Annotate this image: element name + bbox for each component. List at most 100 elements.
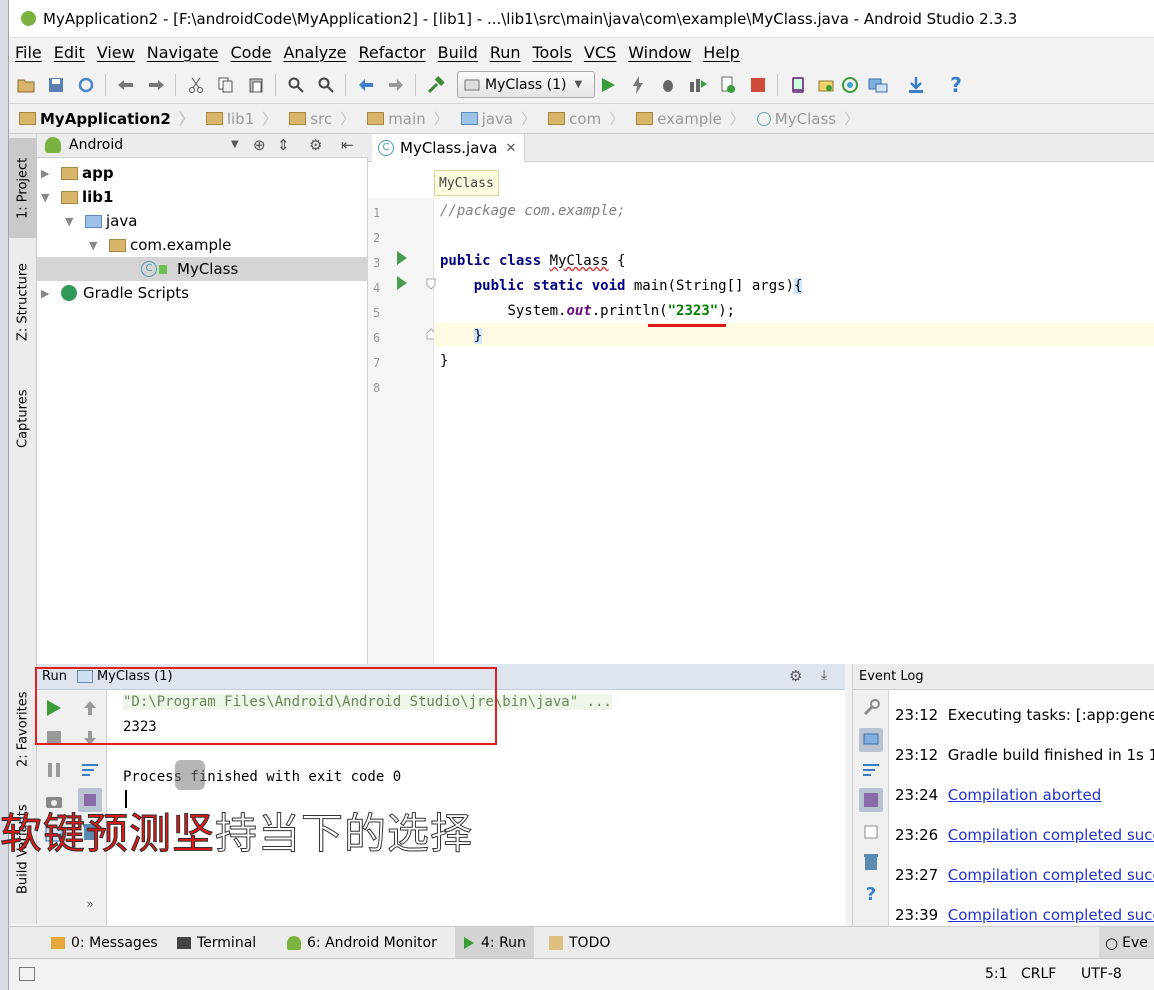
run-icon[interactable] <box>597 74 619 96</box>
tab-android-monitor[interactable]: 6: Android Monitor <box>281 927 443 959</box>
crumb-example[interactable]: example 〉 <box>636 108 745 129</box>
tree-item-app[interactable]: ▶ app <box>37 161 368 185</box>
menu-code[interactable]: Code <box>231 43 272 62</box>
fold-icon[interactable] <box>426 278 436 290</box>
project-structure-icon[interactable] <box>867 74 889 96</box>
tree-item-myclass[interactable]: C MyClass <box>37 257 368 281</box>
menu-help[interactable]: Help <box>703 43 739 62</box>
apply-changes-icon[interactable] <box>627 74 649 96</box>
hide-panel-icon[interactable]: ⇤ <box>341 136 354 154</box>
tab-myclass-java[interactable]: C MyClass.java ✕ <box>372 134 526 162</box>
menu-edit[interactable]: Edit <box>54 43 85 62</box>
menu-refactor[interactable]: Refactor <box>359 43 426 62</box>
help-icon[interactable]: ? <box>859 882 883 906</box>
find-icon[interactable] <box>285 74 307 96</box>
tree-item-com-example[interactable]: ▼ com.example <box>37 233 368 257</box>
tab-run[interactable]: 4: Run <box>455 927 534 959</box>
chevron-down-icon[interactable]: ▼ <box>89 239 103 252</box>
debug-icon[interactable] <box>657 74 679 96</box>
paste-icon[interactable] <box>245 74 267 96</box>
menu-view[interactable]: View <box>97 43 135 62</box>
run-configuration-select[interactable]: MyClass (1) ▼ <box>457 71 595 98</box>
menu-window[interactable]: Window <box>628 43 691 62</box>
collapse-all-icon[interactable]: ⇕ <box>277 136 290 154</box>
sdk-manager-icon[interactable] <box>905 74 927 96</box>
gear-icon[interactable]: ⚙ <box>789 667 802 685</box>
hide-panel-icon[interactable]: ⤓ <box>821 667 827 683</box>
avd-manager-icon[interactable] <box>787 74 809 96</box>
tab-captures[interactable]: Captures <box>9 374 37 464</box>
soft-wrap-icon[interactable] <box>859 758 883 782</box>
tab-terminal[interactable]: Terminal <box>171 927 262 959</box>
tab-todo[interactable]: TODO <box>543 927 616 959</box>
scroll-from-source-icon[interactable]: ⊕ <box>253 136 266 154</box>
code-line-7[interactable]: } <box>440 353 448 369</box>
settings-wrench-icon[interactable] <box>859 696 883 720</box>
forward-icon[interactable] <box>385 74 407 96</box>
chevron-right-icon[interactable]: ▶ <box>41 167 55 180</box>
project-view-mode[interactable]: Android <box>69 137 123 153</box>
run-gutter-icon[interactable] <box>396 275 408 291</box>
replace-icon[interactable] <box>315 74 337 96</box>
sync-icon[interactable] <box>75 74 97 96</box>
crumb-java[interactable]: java 〉 <box>460 108 536 129</box>
event-link[interactable]: Compilation completed succ <box>948 906 1154 924</box>
tab-messages[interactable]: 0: Messages <box>45 927 164 959</box>
stop-icon[interactable] <box>747 74 769 96</box>
file-encoding[interactable]: UTF-8 <box>1081 966 1122 982</box>
crumb-src[interactable]: src 〉 <box>289 108 355 129</box>
code-line-1[interactable]: //package com.example; <box>440 203 625 219</box>
chevron-down-icon[interactable]: ▼ <box>231 139 239 150</box>
close-icon[interactable]: ✕ <box>505 141 516 156</box>
caret-position[interactable]: 5:1 <box>985 966 1008 982</box>
back-icon[interactable] <box>355 74 377 96</box>
line-separator[interactable]: CRLF <box>1021 966 1056 982</box>
code-line-3[interactable]: public class MyClass { <box>440 253 625 269</box>
checkbox-icon[interactable] <box>859 820 883 844</box>
chevron-right-icon[interactable]: ▶ <box>41 287 55 300</box>
menu-file[interactable]: File <box>15 43 42 62</box>
tab-event-log[interactable]: ○ Eve <box>1099 927 1154 959</box>
code-line-6[interactable]: } <box>440 328 483 344</box>
more-icon[interactable]: » <box>78 892 102 916</box>
scroll-to-end-icon[interactable] <box>859 788 883 812</box>
tab-project[interactable]: 1: Project <box>9 138 37 238</box>
tree-item-lib1[interactable]: ▼ lib1 <box>37 185 368 209</box>
menu-run[interactable]: Run <box>490 43 521 62</box>
help-icon[interactable]: ? <box>945 73 967 97</box>
event-link[interactable]: Compilation aborted <box>948 786 1102 804</box>
tree-item-java[interactable]: ▼ java <box>37 209 368 233</box>
event-link[interactable]: Compilation completed succ <box>948 866 1154 884</box>
crumb-com[interactable]: com 〉 <box>548 108 624 129</box>
coverage-icon[interactable] <box>687 74 709 96</box>
code-line-5[interactable]: System.out.println("2323"); <box>440 303 735 319</box>
chevron-down-icon[interactable]: ▼ <box>41 191 55 204</box>
code-line-4[interactable]: public static void main(String[] args){ <box>440 278 803 294</box>
run-gutter-icon[interactable] <box>396 250 408 266</box>
chevron-down-icon[interactable]: ▼ <box>65 215 79 228</box>
crumb-lib1[interactable]: lib1 〉 <box>205 108 277 129</box>
pause-icon[interactable] <box>42 758 66 782</box>
event-link[interactable]: Compilation completed succ <box>948 826 1154 844</box>
menu-build[interactable]: Build <box>438 43 478 62</box>
android-device-monitor-icon[interactable] <box>839 74 861 96</box>
crumb-main[interactable]: main 〉 <box>367 108 449 129</box>
tab-structure[interactable]: Z: Structure <box>9 252 37 352</box>
tab-favorites[interactable]: 2: Favorites <box>9 674 37 784</box>
menu-navigate[interactable]: Navigate <box>147 43 219 62</box>
mark-all-read-icon[interactable] <box>859 728 883 752</box>
menu-analyze[interactable]: Analyze <box>283 43 346 62</box>
copy-icon[interactable] <box>215 74 237 96</box>
undo-icon[interactable] <box>115 74 137 96</box>
gradle-sync-icon[interactable] <box>815 74 837 96</box>
attach-debugger-icon[interactable] <box>717 74 739 96</box>
menu-tools[interactable]: Tools <box>533 43 572 62</box>
gear-icon[interactable]: ⚙ <box>309 136 322 154</box>
menu-vcs[interactable]: VCS <box>584 43 616 62</box>
cut-icon[interactable] <box>185 74 207 96</box>
clear-all-icon[interactable] <box>859 850 883 874</box>
make-project-icon[interactable] <box>425 74 447 96</box>
tree-item-gradle-scripts[interactable]: ▶ Gradle Scripts <box>37 281 368 305</box>
open-folder-icon[interactable] <box>15 74 37 96</box>
crumb-project[interactable]: MyApplication2 〉 <box>19 108 194 129</box>
